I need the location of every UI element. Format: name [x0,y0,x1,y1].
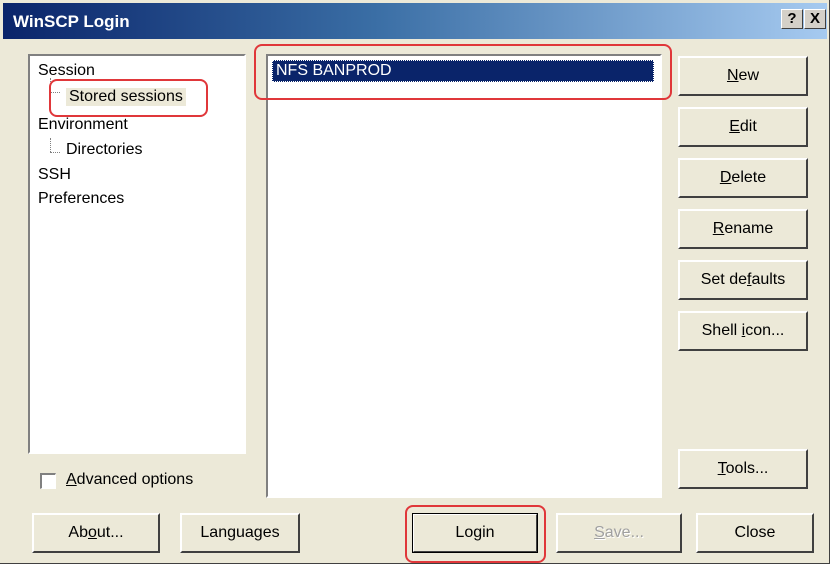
edit-button[interactable]: Edit [678,107,808,147]
tree-connector [50,92,60,93]
help-button[interactable]: ? [781,9,803,29]
languages-button[interactable]: Languages [180,513,300,553]
shell-icon-button[interactable]: Shell icon... [678,311,808,351]
login-button[interactable]: Login [412,513,538,553]
save-button: Save... [556,513,682,553]
advanced-options-label[interactable]: Advanced options [66,471,193,489]
tree-item-environment[interactable]: Environment [38,116,128,134]
title-bar[interactable]: WinSCP Login ? X [3,3,827,39]
close-button[interactable]: Close [696,513,814,553]
tree-item-directories[interactable]: Directories [66,141,142,159]
about-button[interactable]: About... [32,513,160,553]
delete-button[interactable]: Delete [678,158,808,198]
advanced-options-checkbox[interactable] [40,473,56,489]
tree-item-session[interactable]: Session [38,62,95,80]
set-defaults-button[interactable]: Set defaults [678,260,808,300]
new-button[interactable]: New [678,56,808,96]
rename-button[interactable]: Rename [678,209,808,249]
tools-button[interactable]: Tools... [678,449,808,489]
tree-item-stored-sessions[interactable]: Stored sessions [66,88,186,106]
tree-item-preferences[interactable]: Preferences [38,190,124,208]
tree-item-ssh[interactable]: SSH [38,166,71,184]
winscp-login-dialog: WinSCP Login ? X Session Stored sessions… [0,0,830,564]
session-item-selected[interactable]: NFS BANPROD [272,60,654,82]
tree-connector [50,78,51,92]
window-title: WinSCP Login [13,12,130,31]
stored-sessions-list[interactable]: NFS BANPROD [266,54,662,498]
navigation-tree[interactable]: Session Stored sessions Environment Dire… [28,54,246,454]
close-icon[interactable]: X [804,9,826,29]
tree-connector [50,152,60,153]
tree-connector [50,138,51,152]
